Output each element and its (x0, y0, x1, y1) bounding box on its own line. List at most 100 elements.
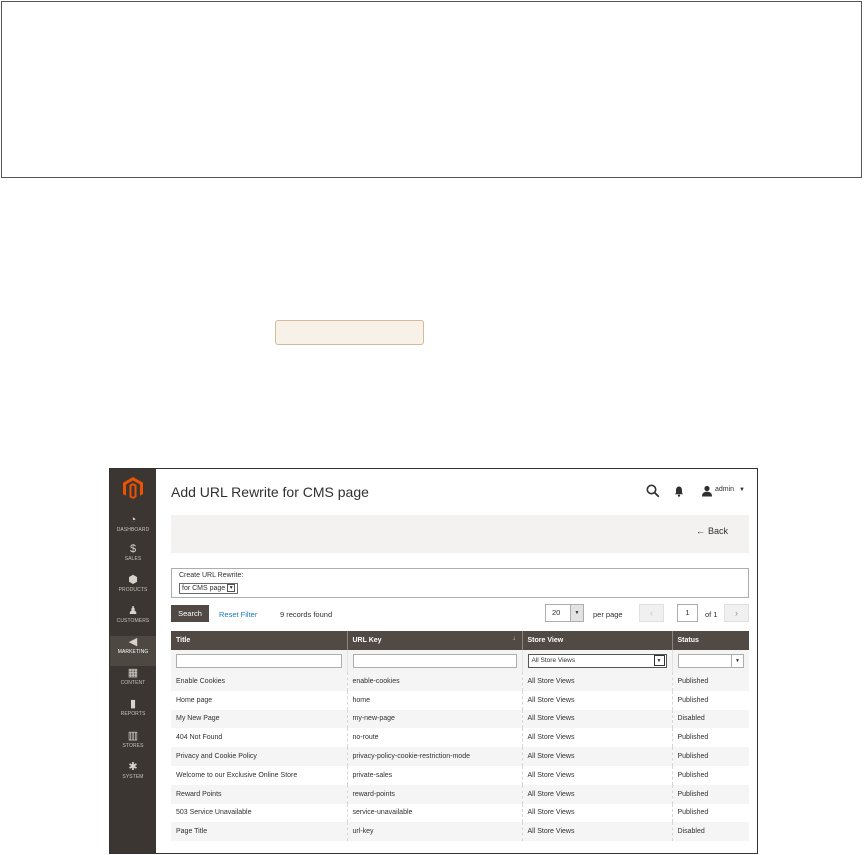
table-cell: All Store Views (522, 747, 673, 766)
table-cell: Published (672, 784, 749, 804)
create-url-rewrite-value: for CMS page (182, 585, 226, 592)
table-cell: All Store Views (522, 672, 673, 691)
sidebar-item-dashboard[interactable]: ◔ DASHBOARD (110, 514, 156, 544)
table-cell: enable-cookies (347, 672, 523, 691)
sidebar-item-label: MARKETING (117, 649, 149, 655)
bell-icon[interactable] (673, 485, 685, 497)
reset-filter-link[interactable]: Reset Filter (219, 610, 257, 619)
filter-cell: All Store Views ▼ (522, 650, 673, 672)
create-url-rewrite-label: Create URL Rewrite: (179, 572, 244, 579)
arrow-left-icon: ← (696, 526, 705, 536)
column-header-store-view[interactable]: Store View (522, 631, 673, 650)
table-cell: Published (677, 809, 709, 817)
table-cell: Privacy and Cookie Policy (171, 747, 348, 766)
table-row[interactable]: 503 Service Unavailable service-unavailab… (171, 803, 749, 823)
table-cell: no-route (347, 728, 523, 748)
chevron-down-icon[interactable]: ▼ (739, 487, 745, 493)
table-cell: Published (677, 696, 709, 704)
table-cell: private-sales (347, 765, 523, 785)
back-button[interactable]: ← Back (696, 526, 728, 536)
chevron-left-icon: ‹ (650, 608, 653, 618)
sort-arrow-icon: ↓ (512, 636, 516, 642)
column-header-url-key[interactable]: URL Key ↓ (347, 631, 523, 650)
table-cell: All Store Views (522, 784, 673, 804)
per-page-label: per page (593, 610, 623, 619)
store-view-filter-select[interactable]: All Store Views ▼ (527, 654, 667, 668)
column-header-title[interactable]: Title (171, 631, 348, 650)
column-header-status[interactable]: Status (672, 631, 749, 650)
sidebar-item-label: DASHBOARD (116, 527, 150, 533)
chevron-down-icon: ▼ (731, 655, 743, 667)
chevron-right-icon: › (735, 608, 738, 618)
next-page-button[interactable]: › (724, 604, 749, 622)
person-icon: ♟ (128, 605, 138, 617)
sidebar-item-customers[interactable]: ♟ CUSTOMERS (110, 605, 156, 635)
title-filter-input[interactable] (176, 654, 342, 668)
previous-page-button[interactable]: ‹ (639, 604, 664, 622)
sidebar-item-label: CONTENT (120, 680, 146, 686)
sidebar-item-label: PRODUCTS (118, 587, 148, 593)
dashboard-icon: ◔ (129, 514, 137, 526)
table-row[interactable]: 404 Not Found no-route All Store Views Publ… (171, 728, 749, 748)
magento-logo-icon[interactable] (123, 477, 143, 499)
cube-icon: ⬢ (128, 574, 138, 586)
status-filter-select[interactable]: ▼ (677, 654, 744, 668)
sidebar-item-content[interactable]: ▦ CONTENT (110, 667, 156, 697)
back-button-label: Back (708, 526, 729, 536)
sidebar-item-system[interactable]: ✱ SYSTEM (110, 761, 156, 791)
table-cell: Published (672, 672, 749, 691)
table-cell: url-key (347, 822, 523, 842)
sidebar-item-sales[interactable]: $ SALES (110, 543, 156, 573)
table-cell: Home page (171, 690, 348, 710)
column-header-url-key-label: URL Key (352, 637, 382, 644)
per-page-value: 20 (552, 608, 561, 617)
filter-cell (171, 650, 348, 672)
chevron-down-icon: ▼ (653, 655, 665, 666)
table-row[interactable]: Home page home All Store Views Published (171, 690, 749, 710)
chevron-down-icon: ▼ (227, 584, 236, 592)
admin-user-menu[interactable]: admin (715, 486, 734, 493)
table-cell: Disabled (672, 709, 749, 729)
chevron-down-icon[interactable]: ▼ (570, 605, 583, 621)
search-icon[interactable] (646, 484, 660, 498)
user-icon[interactable] (701, 485, 713, 497)
table-cell: All Store Views (522, 709, 673, 729)
table-cell: Published (672, 747, 749, 766)
table-cell: All Store Views (522, 690, 673, 710)
table-cell: Enable Cookies (171, 672, 348, 691)
table-cell: reward-points (347, 784, 523, 804)
table-cell: Disabled (672, 822, 749, 842)
sidebar-item-stores[interactable]: ▥ STORES (110, 730, 156, 760)
sidebar-item-reports[interactable]: ▮ REPORTS (110, 698, 156, 728)
table-row[interactable]: Enable Cookies enable-cookies All Store Vi… (171, 672, 749, 691)
table-cell: All Store Views (522, 822, 673, 842)
sidebar-item-marketing[interactable]: ◀ MARKETING (110, 636, 156, 666)
table-row[interactable]: Page Title url-key All Store Views Disabled (171, 822, 749, 842)
search-button[interactable]: Search (171, 605, 209, 622)
table-cell: All Store Views (522, 765, 673, 785)
create-url-rewrite-select[interactable]: for CMS page ▼ (179, 583, 239, 594)
table-cell: All Store Views (522, 728, 673, 748)
table-cell: My New Page (171, 709, 348, 729)
table-cell: service-unavailable (347, 803, 523, 823)
table-cell: 404 Not Found (171, 728, 348, 748)
table-row[interactable]: Welcome to our Exclusive Online Store pri… (171, 765, 749, 785)
sidebar-item-label: REPORTS (120, 711, 146, 717)
dollar-icon: $ (129, 543, 137, 555)
table-cell: Welcome to our Exclusive Online Store (171, 765, 348, 785)
per-page-select[interactable]: 20 ▼ (545, 604, 584, 622)
url-key-filter-input[interactable] (352, 654, 517, 668)
table-row[interactable]: My New Page my-new-page All Store Views Dis… (171, 709, 749, 729)
table-row[interactable]: Privacy and Cookie Policy privacy-policy-… (171, 747, 749, 766)
create-url-rewrite-fieldset: Create URL Rewrite: for CMS page ▼ (171, 568, 749, 598)
filter-cell (347, 650, 523, 672)
grid-header-row: Title URL Key ↓ Store View Status (171, 631, 749, 650)
table-row[interactable]: Reward Points reward-points All Store View… (171, 784, 749, 804)
table-cell: 503 Service Unavailable (171, 803, 348, 823)
main-content: Add URL Rewrite for CMS page admin ▼ ← Ba… (156, 469, 757, 853)
page-number-input[interactable]: 1 (677, 604, 698, 622)
page-actions-bar: ← Back (171, 515, 749, 553)
gear-icon: ✱ (128, 761, 138, 773)
sidebar-item-label: SALES (124, 556, 142, 562)
sidebar-item-products[interactable]: ⬢ PRODUCTS (110, 574, 156, 604)
